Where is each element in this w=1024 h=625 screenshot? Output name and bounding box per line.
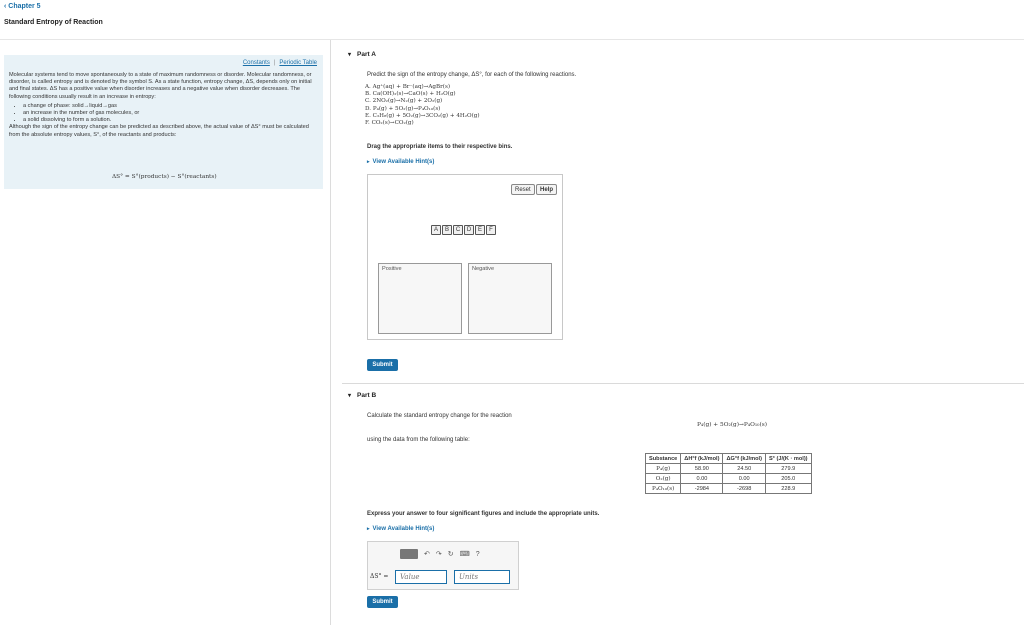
intro-text: Molecular systems tend to move spontaneo…	[9, 72, 315, 139]
reaction-item: E. C₃H₈(g) + 5O₂(g)→3CO₂(g) + 4H₂O(g)	[365, 112, 480, 119]
condition-item: a change of phase: solid→liquid→gas	[23, 103, 315, 110]
table-intro: using the data from the following table:	[367, 437, 470, 443]
table-header: ΔH°f (kJ/mol)	[680, 453, 724, 464]
hint-label: View Available Hint(s)	[372, 526, 435, 532]
draggable-tiles: A B C D E F	[431, 225, 496, 235]
tile-e[interactable]: E	[475, 225, 485, 235]
positive-bin[interactable]: Positive	[378, 263, 462, 334]
table-cell: 205.0	[764, 473, 812, 484]
page-title: Standard Entropy of Reaction	[4, 19, 103, 26]
drag-instruction: Drag the appropriate items to their resp…	[367, 144, 513, 150]
condition-item: an increase in the number of gas molecul…	[23, 110, 315, 117]
reset-button[interactable]: Reset	[511, 184, 535, 195]
table-header: S° (J/(K · mol))	[764, 453, 812, 464]
negative-bin-label: Negative	[472, 266, 495, 272]
link-separator: |	[273, 60, 276, 66]
condition-item: a solid dissolving to form a solution.	[23, 117, 315, 124]
back-link-label: Chapter 5	[8, 3, 41, 10]
table-cell: 279.9	[764, 463, 812, 474]
negative-bin[interactable]: Negative	[468, 263, 552, 334]
table-row: P₄O₁₀(s) -2984 -2698 228.9	[644, 483, 812, 494]
entropy-conditions-list: a change of phase: solid→liquid→gas an i…	[23, 103, 315, 125]
collapse-caret-icon: ▾	[348, 52, 352, 58]
expand-triangle-icon: ▸	[367, 159, 370, 165]
drag-drop-area: Reset Help A B C D E F Positive Negative	[367, 174, 563, 340]
intro-paragraph-1: Molecular systems tend to move spontaneo…	[9, 72, 312, 100]
part-b-header[interactable]: ▾ Part B	[348, 392, 376, 399]
part-b-hint-link[interactable]: ▸ View Available Hint(s)	[367, 526, 434, 532]
positive-bin-label: Positive	[382, 266, 402, 272]
tile-a[interactable]: A	[431, 225, 441, 235]
divider	[342, 383, 1024, 384]
table-row: P₄(g) 58.90 24.50 279.9	[644, 463, 812, 474]
part-a-title: Part A	[357, 51, 376, 58]
express-instruction: Express your answer to four significant …	[367, 511, 600, 517]
table-cell: P₄O₁₀(s)	[644, 483, 682, 494]
table-cell: P₄(g)	[644, 463, 682, 474]
part-b-title: Part B	[357, 392, 377, 399]
part-a-prompt: Predict the sign of the entropy change, …	[367, 72, 577, 78]
tile-f[interactable]: F	[486, 225, 496, 235]
answer-label: ΔS° =	[370, 573, 389, 580]
table-cell: 0.00	[680, 473, 724, 484]
entropy-formula: ΔS° = S°(products) − S°(reactants)	[112, 174, 217, 180]
table-cell: 0.00	[722, 473, 766, 484]
reaction-list: A. Ag⁺(aq) + Br⁻(aq)→AgBr(s) B. Ca(OH)₂(…	[365, 84, 480, 127]
table-row: O₂(g) 0.00 0.00 205.0	[644, 473, 812, 484]
part-a-header[interactable]: ▾ Part A	[348, 51, 376, 58]
template-palette-icon[interactable]	[400, 549, 418, 559]
part-a-hint-link[interactable]: ▸ View Available Hint(s)	[367, 159, 434, 165]
table-cell: 24.50	[722, 463, 766, 474]
part-a-submit-button[interactable]: Submit	[367, 359, 398, 371]
table-header-row: Substance ΔH°f (kJ/mol) ΔG°f (kJ/mol) S°…	[644, 453, 812, 464]
reset-icon[interactable]: ↻	[448, 550, 454, 558]
info-links: Constants | Periodic Table	[243, 60, 317, 66]
tile-d[interactable]: D	[464, 225, 474, 235]
answer-box: ↶ ↷ ↻ ⌨ ? ΔS° =	[367, 541, 519, 590]
table-cell: 58.90	[680, 463, 724, 474]
reaction-item: D. P₄(g) + 5O₂(g)→P₄O₁₀(s)	[365, 105, 441, 112]
reaction-item: F. CO₂(s)→CO₂(g)	[365, 120, 414, 127]
part-b-prompt: Calculate the standard entropy change fo…	[367, 413, 512, 419]
table-cell: -2984	[680, 483, 724, 494]
table-header: ΔG°f (kJ/mol)	[722, 453, 766, 464]
expand-triangle-icon: ▸	[367, 526, 370, 532]
thermo-data-table: Substance ΔH°f (kJ/mol) ΔG°f (kJ/mol) S°…	[644, 453, 812, 494]
help-icon[interactable]: ?	[476, 551, 480, 558]
intro-info-box: Constants | Periodic Table Molecular syste…	[4, 55, 323, 189]
part-b-reaction: P₄(g) + 5O₂(g)→P₄O₁₀(s)	[697, 422, 767, 428]
top-bar: ‹ Chapter 5 Standard Entropy of Reaction	[0, 0, 1024, 40]
table-cell: 228.9	[764, 483, 812, 494]
redo-icon[interactable]: ↷	[436, 550, 442, 558]
intro-paragraph-2: Although the sign of the entropy change …	[9, 124, 309, 138]
table-cell: -2698	[722, 483, 766, 494]
periodic-table-link[interactable]: Periodic Table	[279, 60, 317, 66]
main-content: ▾ Part A Predict the sign of the entropy …	[332, 40, 1024, 625]
hint-label: View Available Hint(s)	[372, 159, 435, 165]
value-input[interactable]	[395, 570, 447, 584]
back-to-chapter-link[interactable]: ‹ Chapter 5	[4, 3, 41, 10]
collapse-caret-icon: ▾	[348, 393, 352, 399]
table-cell: O₂(g)	[644, 473, 682, 484]
tile-b[interactable]: B	[442, 225, 452, 235]
part-b-submit-button[interactable]: Submit	[367, 596, 398, 608]
math-toolbar: ↶ ↷ ↻ ⌨ ?	[400, 549, 480, 559]
keyboard-icon[interactable]: ⌨	[460, 550, 470, 558]
units-input[interactable]	[454, 570, 510, 584]
constants-link[interactable]: Constants	[243, 60, 270, 66]
left-panel: Constants | Periodic Table Molecular syste…	[0, 40, 331, 625]
undo-icon[interactable]: ↶	[424, 550, 430, 558]
tile-c[interactable]: C	[453, 225, 463, 235]
reaction-item: C. 2NO₂(g)→N₂(g) + 2O₂(g)	[365, 98, 443, 105]
help-button[interactable]: Help	[536, 184, 558, 195]
table-header: Substance	[644, 453, 682, 464]
